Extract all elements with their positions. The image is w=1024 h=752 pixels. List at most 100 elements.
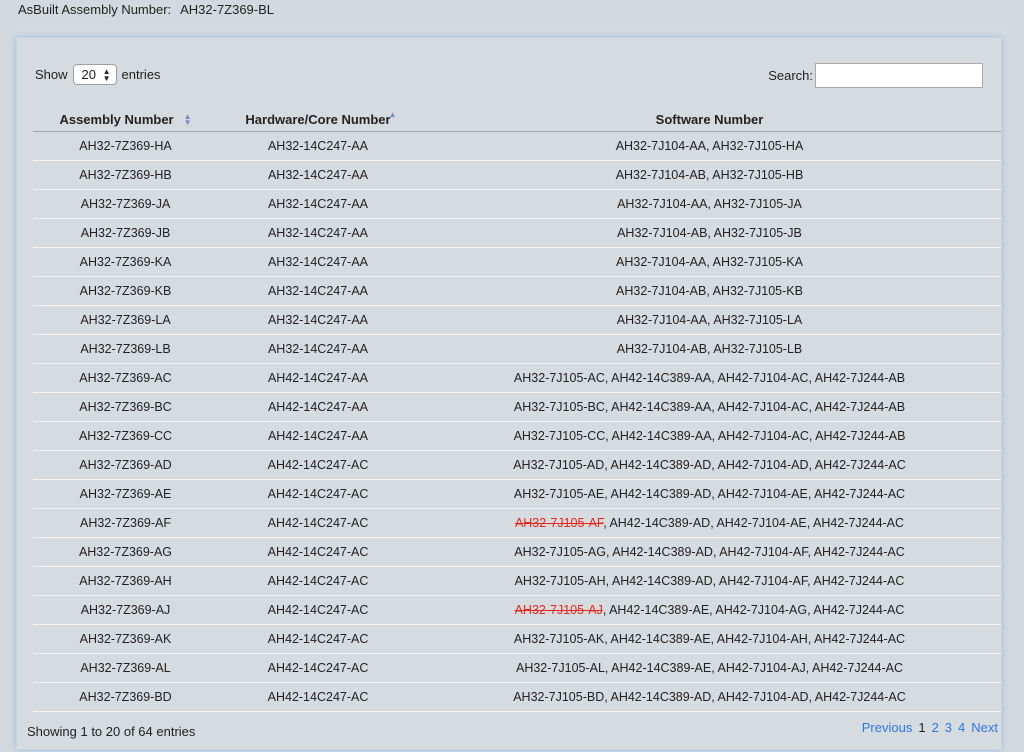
struck-software-number: AH32-7J105-AJ [514,602,603,617]
hardware-number-cell: AH32-14C247-AA [218,334,418,364]
assembly-number-cell: AH32-7Z369-BC [33,392,218,422]
software-number-cell: AH32-7J105-AG, AH42-14C389-AD, AH42-7J10… [418,537,1001,567]
software-number-cell: AH32-7J105-AJ, AH42-14C389-AE, AH42-7J10… [418,595,1001,625]
hardware-number-cell: AH32-14C247-AA [218,247,418,277]
table-row: AH32-7Z369-HB AH32-14C247-AA AH32-7J104-AB… [33,160,1001,190]
next-button[interactable]: Next [971,720,998,735]
table-row: AH32-7Z369-LA AH32-14C247-AA AH32-7J104-AA… [33,305,1001,335]
table-row: AH32-7Z369-AF AH42-14C247-AC AH32-7J105-AF… [33,508,1001,538]
software-number-cell: AH32-7J104-AA, AH32-7J105-JA [418,189,1001,219]
table-header-row: Assembly Number ▲ ▼ Hardware/Core Number ▲ … [33,108,1001,132]
page-1-button[interactable]: 1 [918,720,925,735]
search-input[interactable] [815,63,983,88]
hardware-number-cell: AH42-14C247-AC [218,450,418,480]
assembly-number-cell: AH32-7Z369-BD [33,682,218,712]
software-number-cell: AH32-7J105-AL, AH42-14C389-AE, AH42-7J10… [418,653,1001,683]
entries-label: entries [121,67,161,82]
software-number-cell: AH32-7J105-AK, AH42-14C389-AE, AH42-7J10… [418,624,1001,654]
parts-table: Assembly Number ▲ ▼ Hardware/Core Number ▲ … [33,108,1001,712]
page-2-button[interactable]: 2 [932,720,939,735]
hardware-number-cell: AH32-14C247-AA [218,189,418,219]
hardware-number-cell: AH42-14C247-AA [218,392,418,422]
software-number-cell: AH32-7J105-CC, AH42-14C389-AA, AH42-7J10… [418,421,1001,451]
assembly-number-cell: AH32-7Z369-AD [33,450,218,480]
software-number-cell: AH32-7J105-BC, AH42-14C389-AA, AH42-7J10… [418,392,1001,422]
hardware-number-cell: AH32-14C247-AA [218,218,418,248]
table-row: AH32-7Z369-AD AH42-14C247-AC AH32-7J105-AD… [33,450,1001,480]
hardware-number-cell: AH42-14C247-AC [218,566,418,596]
table-row: AH32-7Z369-AC AH42-14C247-AA AH32-7J105-AC… [33,363,1001,393]
assembly-number-cell: AH32-7Z369-AJ [33,595,218,625]
assembly-number-cell: AH32-7Z369-CC [33,421,218,451]
assembly-number-cell: AH32-7Z369-AK [33,624,218,654]
column-header-assembly-label: Assembly Number [59,111,174,127]
table-body: AH32-7Z369-HA AH32-14C247-AA AH32-7J104-AA… [33,131,1001,712]
assembly-number-cell: AH32-7Z369-KA [33,247,218,277]
asbuilt-title: AsBuilt Assembly Number: AH32-7Z369-BL [18,2,274,17]
entries-per-page-select[interactable]: 20 ▲ ▼ [72,64,117,85]
assembly-number-cell: AH32-7Z369-HB [33,160,218,190]
hardware-number-cell: AH42-14C247-AC [218,537,418,567]
assembly-number-cell: AH32-7Z369-LA [33,305,218,335]
assembly-number-cell: AH32-7Z369-HA [33,131,218,161]
table-row: AH32-7Z369-BD AH42-14C247-AC AH32-7J105-BD… [33,682,1001,712]
table-info: Showing 1 to 20 of 64 entries [27,724,196,739]
table-row: AH32-7Z369-AH AH42-14C247-AC AH32-7J105-AH… [33,566,1001,596]
assembly-number-cell: AH32-7Z369-AE [33,479,218,509]
hardware-number-cell: AH42-14C247-AC [218,479,418,509]
show-label: Show [35,67,68,82]
sort-both-icon: ▲ ▼ [183,112,192,128]
table-row: AH32-7Z369-BC AH42-14C247-AA AH32-7J105-BC… [33,392,1001,422]
software-number-cell: AH32-7J105-AH, AH42-14C389-AD, AH42-7J10… [418,566,1001,596]
table-row: AH32-7Z369-JA AH32-14C247-AA AH32-7J104-AA… [33,189,1001,219]
table-row: AH32-7Z369-HA AH32-14C247-AA AH32-7J104-AA… [33,131,1001,161]
column-header-software[interactable]: Software Number [418,108,1001,132]
table-row: AH32-7Z369-LB AH32-14C247-AA AH32-7J104-AB… [33,334,1001,364]
assembly-number-cell: AH32-7Z369-AL [33,653,218,683]
table-row: AH32-7Z369-KB AH32-14C247-AA AH32-7J104-AB… [33,276,1001,306]
hardware-number-cell: AH42-14C247-AC [218,595,418,625]
entries-length-control: Show 20 ▲ ▼ entries [35,64,161,85]
software-number-cell: AH32-7J104-AA, AH32-7J105-LA [418,305,1001,335]
select-arrows-icon: ▲ ▼ [102,66,111,83]
assembly-number-cell: AH32-7Z369-JA [33,189,218,219]
software-number-cell: AH32-7J104-AB, AH32-7J105-HB [418,160,1001,190]
hardware-number-cell: AH42-14C247-AC [218,682,418,712]
page-4-button[interactable]: 4 [958,720,965,735]
table-row: AH32-7Z369-AJ AH42-14C247-AC AH32-7J105-AJ… [33,595,1001,625]
hardware-number-cell: AH42-14C247-AC [218,508,418,538]
column-header-assembly[interactable]: Assembly Number ▲ ▼ [33,108,218,132]
pagination: Previous 1 2 3 4 Next [862,720,998,735]
hardware-number-cell: AH42-14C247-AA [218,363,418,393]
assembly-number-cell: AH32-7Z369-KB [33,276,218,306]
table-row: AH32-7Z369-JB AH32-14C247-AA AH32-7J104-AB… [33,218,1001,248]
table-row: AH32-7Z369-CC AH42-14C247-AA AH32-7J105-CC… [33,421,1001,451]
software-number-text: , AH42-14C389-AE, AH42-7J104-AG, AH42-7J… [602,602,905,617]
table-row: AH32-7Z369-AE AH42-14C247-AC AH32-7J105-AE… [33,479,1001,509]
page-3-button[interactable]: 3 [945,720,952,735]
assembly-number-cell: AH32-7Z369-JB [33,218,218,248]
hardware-number-cell: AH32-14C247-AA [218,160,418,190]
search-control: Search: [768,63,983,88]
assembly-number-cell: AH32-7Z369-AC [33,363,218,393]
datatable-panel: Show 20 ▲ ▼ entries Search: Assembly Numb… [16,37,1002,750]
hardware-number-cell: AH32-14C247-AA [218,305,418,335]
software-number-cell: AH32-7J104-AA, AH32-7J105-HA [418,131,1001,161]
asbuilt-label: AsBuilt Assembly Number: [18,2,172,17]
table-row: AH32-7Z369-KA AH32-14C247-AA AH32-7J104-AA… [33,247,1001,277]
software-number-cell: AH32-7J105-AF, AH42-14C389-AD, AH42-7J10… [418,508,1001,538]
software-number-cell: AH32-7J104-AA, AH32-7J105-KA [418,247,1001,277]
software-number-cell: AH32-7J105-AD, AH42-14C389-AD, AH42-7J10… [418,450,1001,480]
software-number-cell: AH32-7J104-AB, AH32-7J105-KB [418,276,1001,306]
sort-asc-icon: ▲ [388,109,397,119]
hardware-number-cell: AH32-14C247-AA [218,276,418,306]
table-row: AH32-7Z369-AG AH42-14C247-AC AH32-7J105-AG… [33,537,1001,567]
previous-button[interactable]: Previous [862,720,913,735]
hardware-number-cell: AH42-14C247-AA [218,421,418,451]
hardware-number-cell: AH42-14C247-AC [218,624,418,654]
column-header-hardware-label: Hardware/Core Number [245,111,391,127]
column-header-hardware[interactable]: Hardware/Core Number ▲ [218,108,418,132]
software-number-cell: AH32-7J105-BD, AH42-14C389-AD, AH42-7J10… [418,682,1001,712]
entries-per-page-value: 20 [81,67,96,82]
asbuilt-value: AH32-7Z369-BL [180,2,275,17]
